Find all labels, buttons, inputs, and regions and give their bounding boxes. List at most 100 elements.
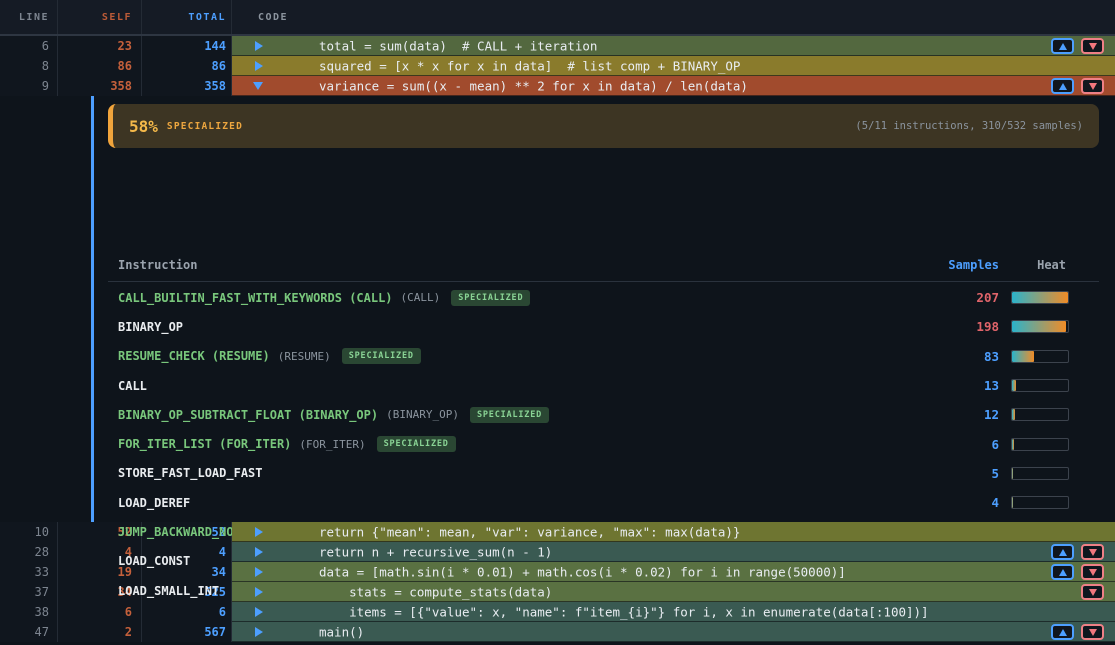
specialized-badge: SPECIALIZED <box>451 290 530 306</box>
samples-count: 207 <box>976 290 999 305</box>
self-samples: 2 <box>58 622 142 642</box>
heat-bar <box>1011 320 1069 333</box>
specialized-badge: SPECIALIZED <box>342 348 421 364</box>
code-line-row: 88686squared = [x * x for x in data] # l… <box>0 56 1115 76</box>
heat-bar <box>1011 496 1069 509</box>
instruction-row: FOR_ITER_LIST (FOR_ITER) (FOR_ITER) SPECIA… <box>118 429 1099 458</box>
samples-count: 83 <box>984 349 999 364</box>
instruction-row: RESUME_CHECK (RESUME)(RESUME)SPECIALIZED… <box>118 342 1099 371</box>
jump-down-button[interactable] <box>1081 584 1104 600</box>
instruction-row: BINARY_OP198 <box>118 312 1099 341</box>
line-number: 37 <box>0 582 58 602</box>
heat-bar-fill <box>1012 351 1034 362</box>
expand-icon[interactable] <box>255 567 263 577</box>
jump-up-button[interactable] <box>1051 38 1074 54</box>
total-samples: 144 <box>142 36 232 56</box>
instruction-name: FOR_ITER_LIST (FOR_ITER) <box>118 437 291 451</box>
code-text: total = sum(data) # CALL + iteration <box>319 39 597 54</box>
code-cell[interactable]: items = [{"value": x, "name": f"item_{i}… <box>232 602 1115 622</box>
panel-accent-line <box>91 96 94 522</box>
code-line-row: 472567main() <box>0 622 1115 642</box>
line-number: 8 <box>0 56 58 76</box>
heat-bar <box>1011 467 1069 480</box>
code-line-row: 623144 total = sum(data) # CALL + iterati… <box>0 36 1115 56</box>
instruction-name: CALL_BUILTIN_FAST_WITH_KEYWORDS (CALL) <box>118 291 393 305</box>
jump-up-button[interactable] <box>1051 78 1074 94</box>
col-header-heat: Heat <box>1037 258 1066 272</box>
self-samples: 358 <box>58 76 142 96</box>
col-header-code: CODE <box>232 0 1115 34</box>
code-cell[interactable]: return {"mean": mean, "var": variance, "… <box>232 522 1115 542</box>
instruction-row: CALL_BUILTIN_FAST_WITH_KEYWORDS (CALL)(C… <box>118 283 1099 312</box>
code-text: items = [{"value": x, "name": f"item_{i}… <box>319 605 929 620</box>
jump-up-button[interactable] <box>1051 544 1074 560</box>
triangle-down-icon <box>1089 629 1097 636</box>
jump-down-button[interactable] <box>1081 544 1104 560</box>
triangle-up-icon <box>1059 43 1067 50</box>
triangle-down-icon <box>1089 43 1097 50</box>
heat-bar-fill <box>1012 409 1015 420</box>
expand-icon[interactable] <box>255 527 263 537</box>
jump-down-button[interactable] <box>1081 78 1104 94</box>
specialization-panel: 58% SPECIALIZED (5/11 instructions, 310/… <box>0 96 1115 522</box>
instruction-name: STORE_FAST_LOAD_FAST <box>118 466 263 480</box>
code-rows-top: 623144 total = sum(data) # CALL + iterati… <box>0 36 1115 96</box>
collapse-icon[interactable] <box>253 82 263 90</box>
code-cell[interactable]: total = sum(data) # CALL + iteration <box>232 36 1115 56</box>
col-header-samples: Samples <box>948 258 999 272</box>
code-cell[interactable]: variance = sum((x - mean) ** 2 for x in … <box>232 76 1115 96</box>
profiler-app: LINE SELF TOTAL CODE 623144total = sum(d… <box>0 0 1115 645</box>
jump-down-button[interactable] <box>1081 564 1104 580</box>
instruction-row: BINARY_OP_SUBTRACT_FLOAT (BINARY_OP)(BIN… <box>118 400 1099 429</box>
triangle-up-icon <box>1059 83 1067 90</box>
instruction-row: LOAD_DEREF4 <box>118 488 1099 517</box>
instruction-name: LOAD_CONST <box>118 554 190 568</box>
row-nav-buttons <box>1051 38 1104 54</box>
specialized-badge: SPECIALIZED <box>377 436 456 452</box>
heat-bar <box>1011 350 1069 363</box>
jump-up-button[interactable] <box>1051 624 1074 640</box>
heat-bar-fill <box>1012 468 1013 479</box>
code-cell[interactable]: main() <box>232 622 1115 642</box>
triangle-down-icon <box>1089 589 1097 596</box>
jump-down-button[interactable] <box>1081 38 1104 54</box>
expand-icon[interactable] <box>255 627 263 637</box>
jump-up-button[interactable] <box>1051 564 1074 580</box>
heat-bar-fill <box>1012 292 1068 303</box>
code-cell[interactable]: squared = [x * x for x in data] # list c… <box>232 56 1115 76</box>
self-samples: 23 <box>58 36 142 56</box>
samples-count: 12 <box>984 407 999 422</box>
line-number: 33 <box>0 562 58 582</box>
total-samples: 567 <box>142 622 232 642</box>
line-number: 6 <box>0 36 58 56</box>
row-nav-buttons <box>1051 564 1104 580</box>
col-header-total: TOTAL <box>142 0 232 34</box>
expand-icon[interactable] <box>255 587 263 597</box>
code-text: return n + recursive_sum(n - 1) <box>319 545 552 560</box>
instruction-family: (FOR_ITER) <box>299 438 365 451</box>
expand-icon[interactable] <box>255 41 263 51</box>
heat-bar <box>1011 408 1069 421</box>
heat-bar <box>1011 379 1069 392</box>
jump-down-button[interactable] <box>1081 624 1104 640</box>
code-cell[interactable]: stats = compute_stats(data) <box>232 582 1115 602</box>
code-text: squared = [x * x for x in data] # list c… <box>319 59 740 74</box>
expand-icon[interactable] <box>255 61 263 71</box>
specialization-banner: 58% SPECIALIZED (5/11 instructions, 310/… <box>108 104 1099 148</box>
line-number: 38 <box>0 602 58 622</box>
samples-count: 4 <box>991 495 999 510</box>
heat-bar-fill <box>1012 380 1016 391</box>
code-text: return {"mean": mean, "var": variance, "… <box>319 525 740 540</box>
total-samples: 86 <box>142 56 232 76</box>
samples-count: 13 <box>984 378 999 393</box>
code-cell[interactable]: return n + recursive_sum(n - 1) <box>232 542 1115 562</box>
expand-icon[interactable] <box>255 607 263 617</box>
specialization-stats: (5/11 instructions, 310/532 samples) <box>855 120 1083 132</box>
instruction-family: (RESUME) <box>278 350 331 363</box>
row-nav-buttons <box>1081 584 1104 600</box>
specialized-label: SPECIALIZED <box>167 121 243 132</box>
code-cell[interactable]: data = [math.sin(i * 0.01) + math.cos(i … <box>232 562 1115 582</box>
code-text: stats = compute_stats(data) <box>319 585 552 600</box>
code-line-row: 9358358variance = sum((x - mean) ** 2 fo… <box>0 76 1115 96</box>
expand-icon[interactable] <box>255 547 263 557</box>
